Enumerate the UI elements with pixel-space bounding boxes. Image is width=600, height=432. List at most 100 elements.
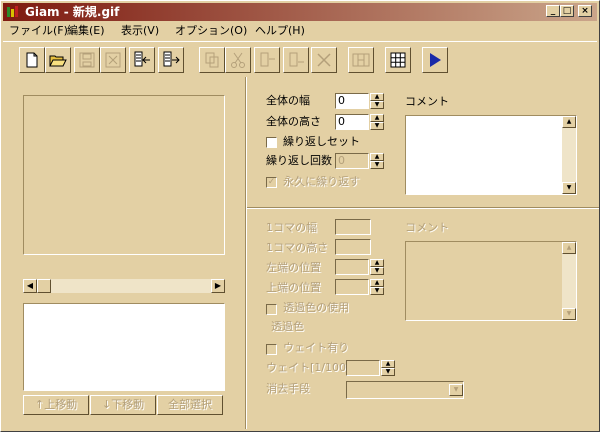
frame-left-spinner[interactable]: ▲ ▼ [370, 259, 384, 275]
spin-down-icon[interactable]: ▼ [370, 287, 384, 295]
frame-comment-scrollbar[interactable]: ▲ ▼ [562, 242, 576, 320]
move-up-button[interactable]: ↑上移動 [23, 395, 89, 415]
save-as-button[interactable] [100, 47, 126, 73]
export-frames-button[interactable] [158, 47, 184, 73]
arrow-left-icon: ◀ [26, 281, 34, 290]
close-button[interactable]: × [578, 5, 592, 17]
grid-button[interactable] [385, 47, 411, 73]
scissors-icon [231, 52, 245, 68]
menu-bar: ファイル(F) 編集(E) 表示(V) オプション(O) ヘルプ(H) [3, 22, 597, 40]
frame-width-input[interactable] [335, 219, 371, 235]
transparent-color-label: 透過色 [271, 320, 304, 333]
spin-up-icon[interactable]: ▲ [370, 259, 384, 267]
loop-set-label: 繰り返しセット [283, 135, 360, 148]
spin-down-icon[interactable]: ▼ [370, 122, 384, 130]
menu-options[interactable]: オプション(O) [175, 24, 247, 38]
wait-input[interactable] [346, 360, 380, 376]
import-frames-button[interactable] [129, 47, 155, 73]
scroll-left-button[interactable]: ◀ [23, 279, 37, 293]
wait-label: ウェイト有り [283, 341, 349, 354]
new-file-icon [26, 52, 38, 68]
spin-up-icon[interactable]: ▲ [370, 153, 384, 161]
wait-checkbox[interactable] [266, 344, 277, 355]
global-height-spinner[interactable]: ▲ ▼ [370, 114, 384, 130]
section-divider [247, 207, 599, 209]
minimize-button[interactable]: _ [546, 5, 560, 17]
minimize-icon: _ [550, 6, 556, 16]
scroll-thumb[interactable] [37, 279, 51, 293]
save-button[interactable] [74, 47, 100, 73]
scroll-right-button[interactable]: ▶ [211, 279, 225, 293]
spin-down-icon[interactable]: ▼ [370, 161, 384, 169]
paste-before-button[interactable] [254, 47, 280, 73]
spin-down-icon[interactable]: ▼ [381, 368, 395, 376]
wait-spinner[interactable]: ▲ ▼ [381, 360, 395, 376]
spin-up-icon[interactable]: ▲ [381, 360, 395, 368]
global-comment-scrollbar[interactable]: ▲ ▼ [562, 116, 576, 194]
global-comment-textarea[interactable]: ▲ ▼ [405, 115, 577, 195]
dispose-dropdown-button[interactable]: ▼ [449, 382, 463, 398]
delete-button[interactable] [311, 47, 337, 73]
loop-count-spinner[interactable]: ▲ ▼ [370, 153, 384, 169]
spin-down-icon[interactable]: ▼ [370, 267, 384, 275]
wait-unit-label: ウェイト[1/100s] [266, 361, 357, 374]
close-icon: × [581, 6, 589, 16]
paste-before-icon [260, 52, 275, 67]
window-title: Giam - 新規.gif [25, 5, 120, 19]
title-bar[interactable]: Giam - 新規.gif _ □ × [3, 3, 597, 21]
cut-button[interactable] [225, 47, 251, 73]
menu-edit[interactable]: 編集(E) [67, 24, 105, 38]
loop-set-checkbox[interactable] [266, 137, 277, 148]
menu-help[interactable]: ヘルプ(H) [255, 24, 305, 38]
global-width-input[interactable]: 0 [335, 93, 369, 109]
grid-icon [390, 52, 406, 68]
move-down-button[interactable]: ↓下移動 [90, 395, 156, 415]
new-button[interactable] [19, 47, 45, 73]
transparent-use-checkbox[interactable] [266, 304, 277, 315]
spin-down-icon[interactable]: ▼ [370, 101, 384, 109]
scroll-down-button[interactable]: ▼ [562, 182, 576, 194]
frame-comment-label: コメント [405, 221, 449, 234]
spin-up-icon[interactable]: ▲ [370, 114, 384, 122]
save-disk-icon [79, 52, 95, 68]
frame-top-input[interactable] [335, 279, 369, 295]
open-button[interactable] [45, 47, 71, 73]
merge-frames-button[interactable] [348, 47, 374, 73]
global-height-input[interactable]: 0 [335, 114, 369, 130]
loop-forever-label: 永久に繰り返す [283, 175, 360, 188]
frame-left-input[interactable] [335, 259, 369, 275]
loop-count-input[interactable]: 0 [335, 153, 369, 169]
loop-count-label: 繰り返し回数 [266, 154, 332, 167]
transparent-use-label: 透過色の使用 [283, 301, 349, 314]
frame-height-input[interactable] [335, 239, 371, 255]
frame-preview [23, 95, 225, 255]
global-width-spinner[interactable]: ▲ ▼ [370, 93, 384, 109]
frame-scrollbar[interactable]: ◀ ▶ [23, 279, 225, 293]
export-frames-icon [163, 51, 180, 67]
spin-up-icon[interactable]: ▲ [370, 279, 384, 287]
select-all-button[interactable]: 全部選択 [157, 395, 223, 415]
copy-button[interactable] [199, 47, 225, 73]
spin-up-icon[interactable]: ▲ [370, 93, 384, 101]
delete-x-icon [317, 53, 331, 67]
paste-after-button[interactable] [283, 47, 309, 73]
loop-forever-checkbox[interactable]: ✓ [266, 177, 277, 188]
menu-file[interactable]: ファイル(F) [9, 24, 68, 38]
paste-after-icon [289, 52, 304, 67]
save-as-icon [105, 52, 121, 68]
dispose-select[interactable]: ▼ [346, 381, 464, 399]
main-window: Giam - 新規.gif _ □ × ファイル(F) 編集(E) 表示(V) … [0, 0, 600, 432]
dispose-label: 消去手段 [266, 382, 310, 395]
global-width-label: 全体の幅 [266, 94, 310, 107]
frame-top-spinner[interactable]: ▲ ▼ [370, 279, 384, 295]
frame-list[interactable] [23, 303, 225, 391]
toolbar [3, 41, 597, 76]
scroll-up-button[interactable]: ▲ [562, 242, 576, 254]
play-button[interactable] [422, 47, 448, 73]
menu-view[interactable]: 表示(V) [121, 24, 159, 38]
frame-comment-textarea[interactable]: ▲ ▼ [405, 241, 577, 321]
scroll-up-button[interactable]: ▲ [562, 116, 576, 128]
maximize-button[interactable]: □ [560, 5, 574, 17]
import-frames-icon [134, 51, 150, 67]
scroll-down-button[interactable]: ▼ [562, 308, 576, 320]
